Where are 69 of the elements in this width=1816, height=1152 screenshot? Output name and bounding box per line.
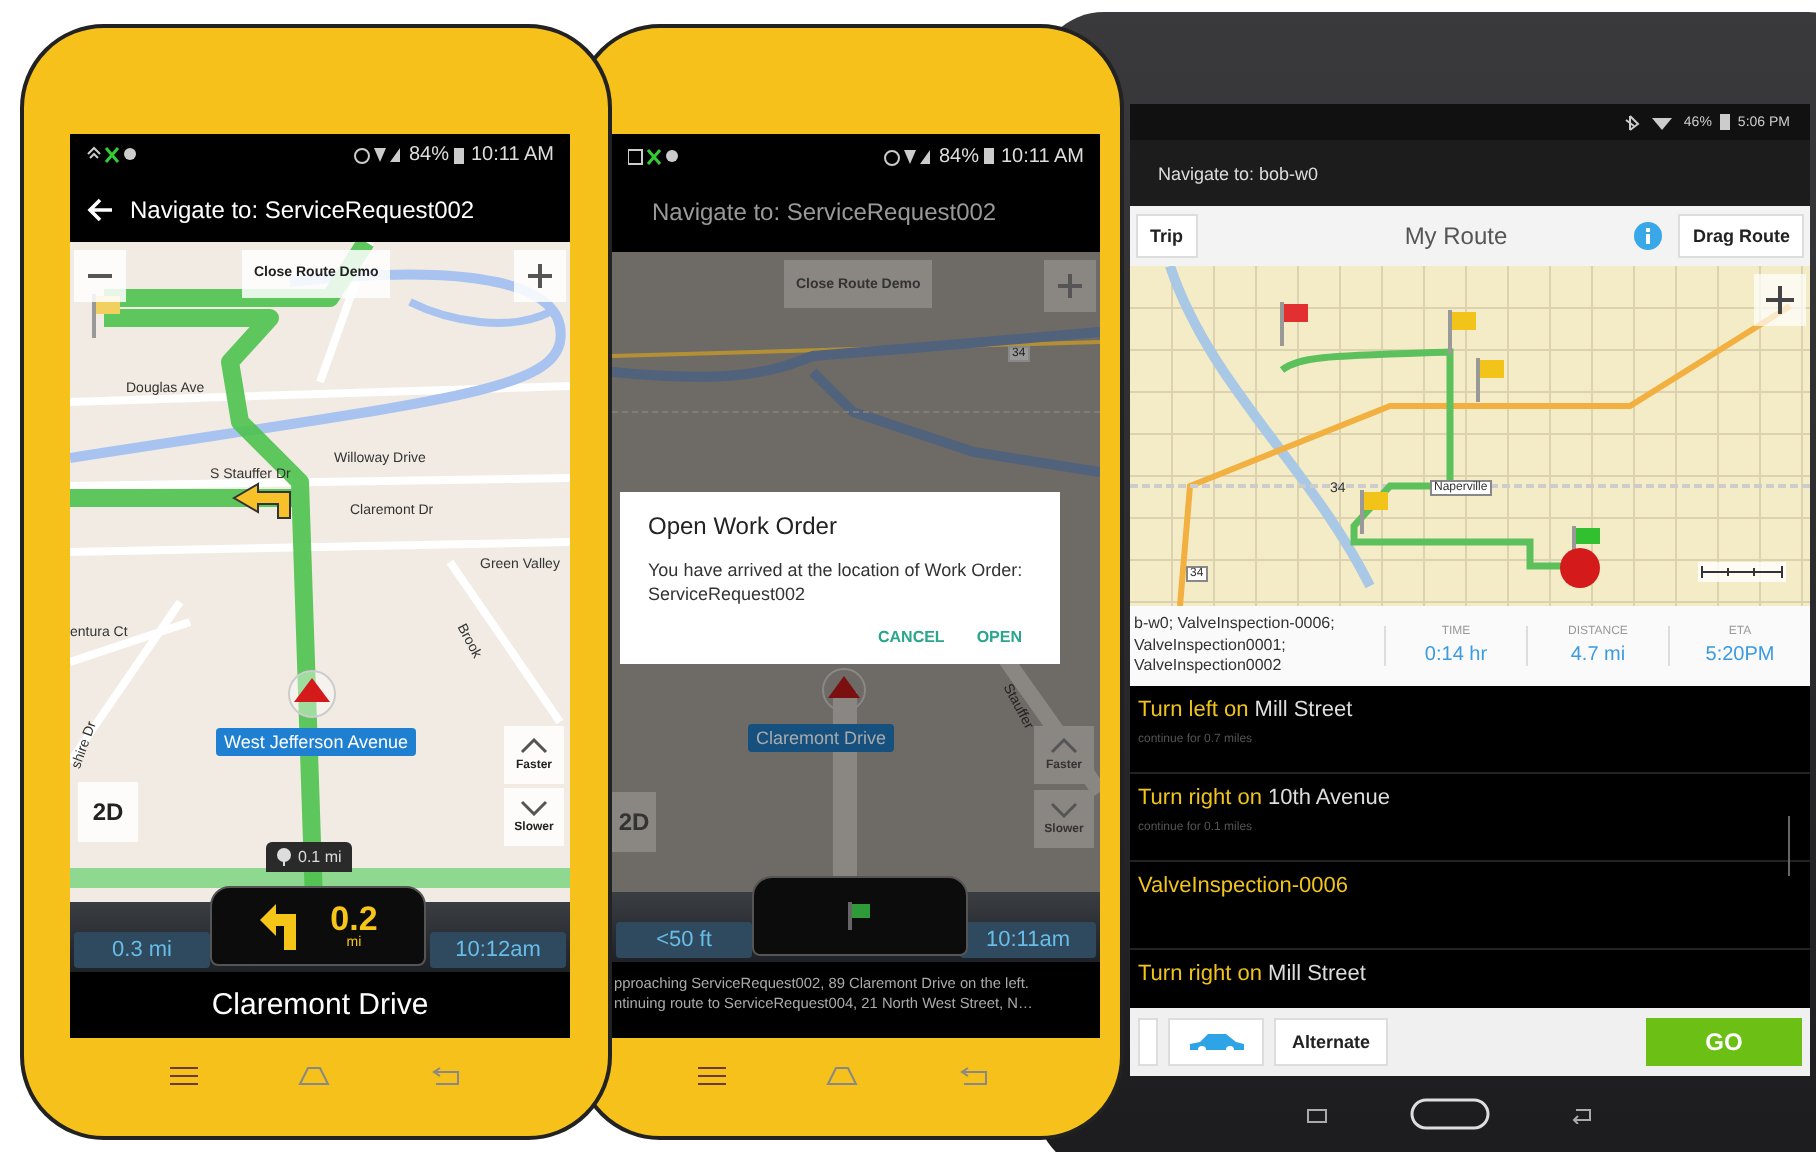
chevron-up-icon xyxy=(520,737,548,754)
dialog-title: Open Work Order xyxy=(648,512,839,540)
stat-value: 0:14 hr xyxy=(1424,644,1488,666)
direction-row[interactable]: ValveInspection-0006 xyxy=(1130,862,1810,950)
direction-text: Turn right on Mill Street xyxy=(1138,962,1368,986)
scale-bar-icon xyxy=(1698,562,1786,582)
menu-icon[interactable] xyxy=(698,1066,726,1086)
direction-text: Turn right on 10th Avenue xyxy=(1138,786,1392,810)
status-time: 10:11 AM xyxy=(1000,145,1084,167)
zoom-in-button[interactable] xyxy=(514,249,566,302)
pin-icon xyxy=(276,847,292,866)
car-button[interactable] xyxy=(1168,1018,1264,1066)
plus-icon xyxy=(1766,286,1794,314)
remaining-distance: 0.3 mi xyxy=(74,931,210,968)
flag-icon xyxy=(1474,358,1506,402)
stop-list: b-w0; ValveInspection-0006; ValveInspection0001; ValveInspection0002 xyxy=(1130,614,1384,678)
back-icon[interactable] xyxy=(1570,1105,1594,1123)
stat-value: 4.7 mi xyxy=(1570,644,1626,666)
screen-title: Navigate to: ServiceRequest002 xyxy=(652,197,997,225)
status-icons xyxy=(884,147,933,165)
stop-name: ValveInspection-0006 xyxy=(1138,874,1350,898)
recent-apps-icon[interactable] xyxy=(1306,1105,1330,1123)
flag-icon xyxy=(848,902,872,930)
turn-distance: 0.2 xyxy=(330,901,378,936)
direction-text: Turn left on Mill Street xyxy=(1138,698,1355,722)
status-icons xyxy=(86,146,138,165)
menu-icon[interactable] xyxy=(170,1066,198,1086)
street-label: West Jefferson Avenue xyxy=(216,727,417,756)
alternate-button[interactable]: Alternate xyxy=(1274,1018,1389,1066)
flag-icon xyxy=(1570,526,1602,554)
drag-route-button[interactable]: Drag Route xyxy=(1678,214,1804,258)
flag-icon xyxy=(1278,302,1310,346)
dialog-message: You have arrived at the location of Work Order: ServiceRequest002 xyxy=(648,560,1025,607)
next-street: Claremont Drive xyxy=(209,985,431,1026)
flag-icon xyxy=(1358,490,1390,534)
screen-title: Navigate to: ServiceRequest002 xyxy=(130,195,475,224)
screen-title: Navigate to: bob-w0 xyxy=(1158,163,1319,183)
chevron-down-icon xyxy=(520,799,548,816)
car-icon xyxy=(1186,1030,1246,1054)
zoom-out-button[interactable] xyxy=(74,249,126,302)
plus-icon xyxy=(1058,274,1082,298)
view-mode-button[interactable]: 2D xyxy=(612,792,656,852)
arrival-time: 10:11am xyxy=(960,922,1096,958)
battery-icon xyxy=(454,147,465,164)
home-button-icon[interactable] xyxy=(1410,1098,1490,1130)
status-time: 10:11 AM xyxy=(470,144,554,167)
remaining-distance: <50 ft xyxy=(616,922,752,958)
stat-value: 5:20PM xyxy=(1705,644,1775,666)
zoom-in-button[interactable] xyxy=(1754,274,1806,326)
street-label: Claremont Drive xyxy=(748,724,895,752)
info-icon[interactable] xyxy=(1634,222,1663,250)
battery-icon xyxy=(1719,114,1730,130)
battery-level: 84% xyxy=(938,145,979,167)
status-icons xyxy=(1623,113,1676,131)
route-title: My Route xyxy=(1402,222,1510,250)
chevron-up-icon xyxy=(1050,738,1078,754)
chevron-down-icon xyxy=(1050,802,1078,818)
battery-icon xyxy=(984,148,995,164)
status-icons xyxy=(628,147,680,165)
plus-icon xyxy=(528,263,552,288)
flag-icon xyxy=(1446,310,1478,354)
distance-tag: 0.1 mi xyxy=(266,841,352,872)
view-mode-button[interactable]: 2D xyxy=(78,781,138,842)
battery-level: 84% xyxy=(408,144,449,167)
location-pin-icon xyxy=(1558,546,1602,590)
status-icons xyxy=(354,146,403,165)
arrival-time: 10:12am xyxy=(430,931,566,968)
back-arrow-icon[interactable] xyxy=(86,197,114,222)
trip-button[interactable]: Trip xyxy=(1136,214,1198,258)
